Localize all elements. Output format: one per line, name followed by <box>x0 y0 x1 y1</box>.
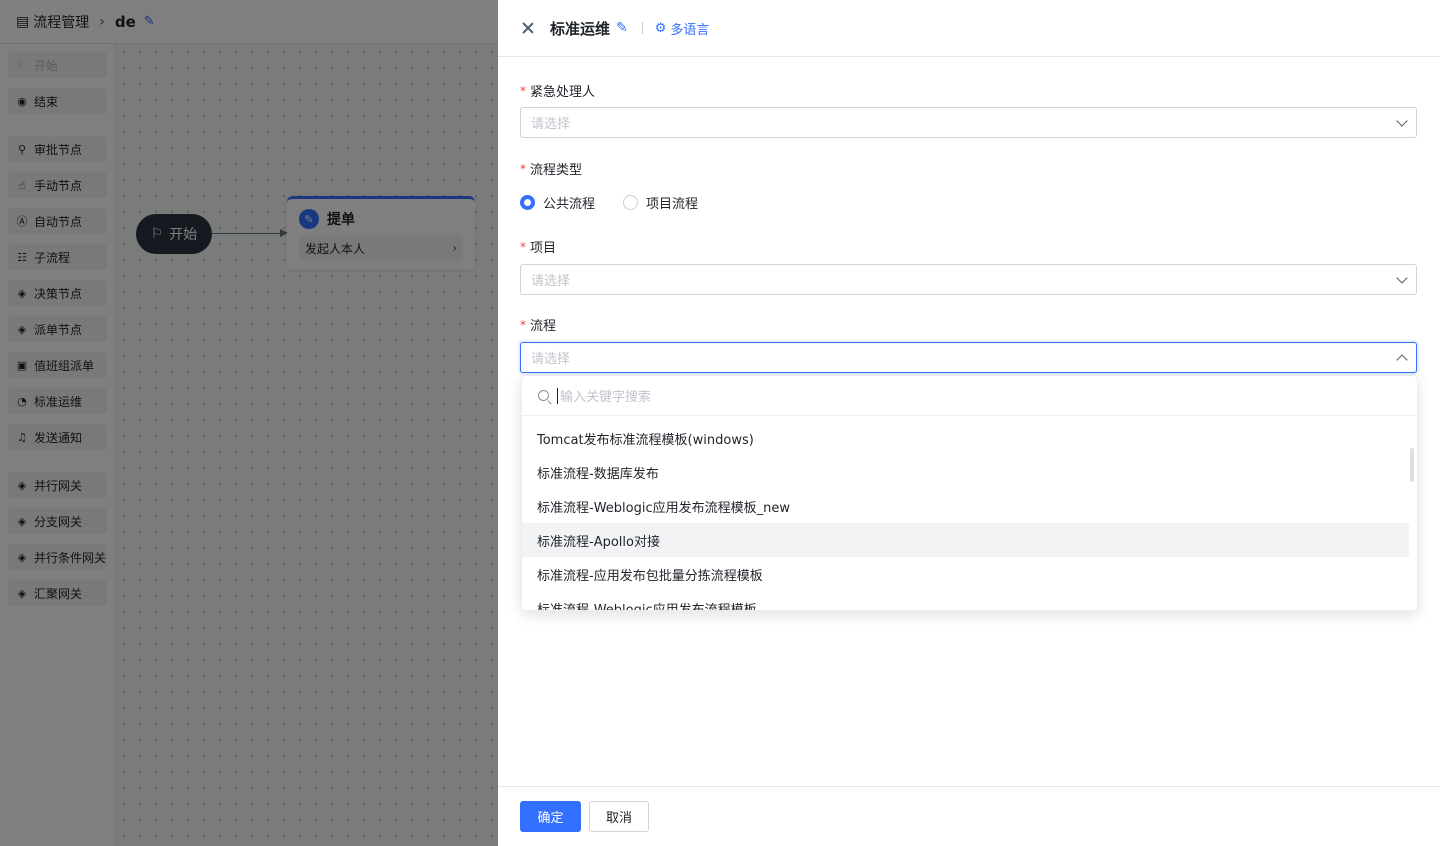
radio-public-label: 公共流程 <box>543 197 596 212</box>
urgent-handler-select[interactable]: 请选择 <box>520 107 1417 138</box>
dropdown-search-placeholder: 输入关键字搜索 <box>560 390 652 405</box>
required-mark: * <box>520 83 526 98</box>
i18n-label: 多语言 <box>670 22 710 38</box>
radio-project-flow[interactable]: 项目流程 <box>623 193 698 212</box>
project-select[interactable]: 请选择 <box>520 264 1417 295</box>
dropdown-search[interactable]: 输入关键字搜索 <box>522 376 1417 416</box>
chevron-down-icon <box>1396 114 1408 127</box>
urgent-handler-placeholder: 请选择 <box>531 117 571 132</box>
project-placeholder: 请选择 <box>531 274 571 289</box>
flow-label-text: 流程 <box>530 319 557 334</box>
required-mark: * <box>520 161 526 176</box>
radio-project-label: 项目流程 <box>646 197 699 212</box>
dropdown-option[interactable]: Tomcat发布标准流程模板(windows) <box>522 421 1409 455</box>
dropdown-option[interactable]: 标准流程-Apollo对接 <box>522 523 1409 557</box>
cancel-button[interactable]: 取消 <box>589 801 649 832</box>
flow-placeholder: 请选择 <box>531 352 571 367</box>
project-label: * 项目 <box>520 237 557 257</box>
flow-type-label: * 流程类型 <box>520 159 583 179</box>
drawer-title: 标准运维 <box>550 19 611 38</box>
radio-unchecked-icon <box>623 195 639 210</box>
flow-dropdown: 输入关键字搜索 Tomcat发布标准流程模板(windows) 标准流程-数据库发… <box>521 375 1418 611</box>
dropdown-option[interactable]: 标准流程-数据库发布 <box>522 455 1409 489</box>
confirm-button[interactable]: 确定 <box>520 801 581 832</box>
close-icon[interactable] <box>520 20 536 36</box>
project-label-text: 项目 <box>530 241 557 256</box>
flow-type-label-text: 流程类型 <box>530 163 583 178</box>
radio-checked-icon <box>520 195 535 210</box>
edit-title-icon[interactable]: ✎ <box>616 20 628 36</box>
gear-icon: ⚙ <box>654 20 667 36</box>
required-mark: * <box>520 239 526 254</box>
flow-type-radio-group: 公共流程 项目流程 <box>520 193 698 212</box>
dropdown-option[interactable]: 标准流程-Weblogic应用发布流程模板_new <box>522 489 1409 523</box>
text-cursor <box>557 387 558 404</box>
required-mark: * <box>520 317 526 332</box>
urgent-handler-label: * 紧急处理人 <box>520 81 596 101</box>
radio-public-flow[interactable]: 公共流程 <box>520 193 595 212</box>
chevron-up-icon <box>1396 353 1408 366</box>
dropdown-options: Tomcat发布标准流程模板(windows) 标准流程-数据库发布 标准流程-We… <box>522 416 1417 611</box>
dropdown-scrollbar[interactable] <box>1410 448 1414 482</box>
drawer-footer: 确定 取消 <box>498 786 1440 846</box>
chevron-down-icon <box>1396 271 1408 284</box>
flow-select[interactable]: 请选择 <box>520 342 1417 373</box>
dropdown-option[interactable]: 标准流程-应用发布包批量分拣流程模板 <box>522 557 1409 591</box>
i18n-link[interactable]: ⚙ 多语言 <box>655 19 710 38</box>
header-divider <box>641 22 643 34</box>
urgent-handler-label-text: 紧急处理人 <box>530 85 596 100</box>
flow-label: * 流程 <box>520 315 557 335</box>
search-icon <box>538 390 549 401</box>
dropdown-option[interactable]: 标准流程-Weblogic应用发布流程模板 <box>522 591 1409 611</box>
drawer-header: 标准运维 ✎ ⚙ 多语言 <box>498 0 1440 57</box>
